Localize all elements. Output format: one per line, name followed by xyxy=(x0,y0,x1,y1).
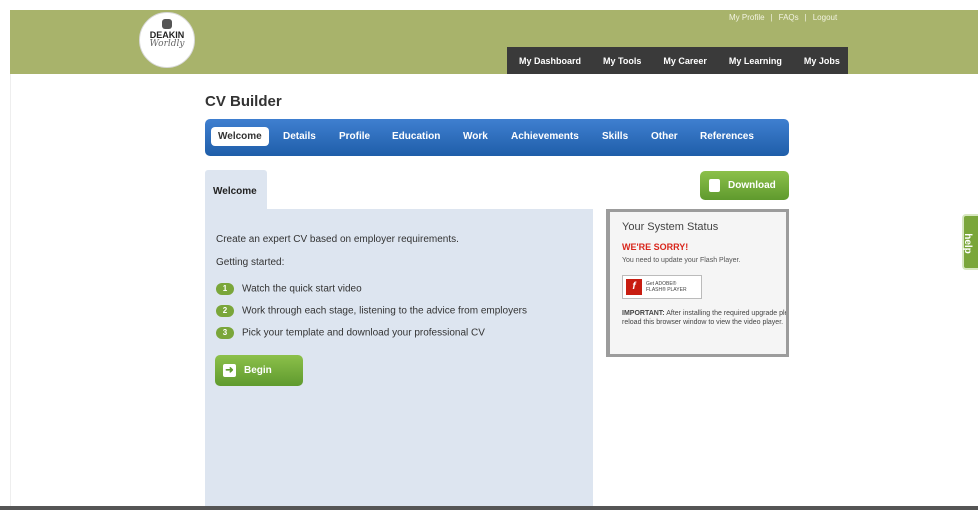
flash-badge-text: Get ADOBE® FLASH® PLAYER xyxy=(646,281,687,293)
step-item: 2 Work through each stage, listening to t… xyxy=(216,305,527,317)
link-faqs[interactable]: FAQs xyxy=(779,13,799,22)
step-text: Watch the quick start video xyxy=(242,283,362,295)
step-number: 3 xyxy=(216,327,234,339)
cv-tab-bar: Welcome Details Profile Education Work A… xyxy=(205,119,789,156)
tab-profile[interactable]: Profile xyxy=(339,131,370,142)
step-text: Work through each stage, listening to th… xyxy=(242,305,527,317)
content-tab-welcome[interactable]: Welcome xyxy=(205,170,267,210)
get-flash-player-button[interactable]: f Get ADOBE® FLASH® PLAYER xyxy=(622,275,702,299)
document-icon xyxy=(709,179,720,192)
link-my-profile[interactable]: My Profile xyxy=(729,13,765,22)
important-note: IMPORTANT: After installing the required… xyxy=(622,309,786,327)
tab-skills[interactable]: Skills xyxy=(602,131,628,142)
step-number: 2 xyxy=(216,305,234,317)
system-status-title: Your System Status xyxy=(622,221,719,233)
nav-my-dashboard[interactable]: My Dashboard xyxy=(519,56,581,66)
flash-badge-line2: FLASH® PLAYER xyxy=(646,287,687,293)
tab-references[interactable]: References xyxy=(700,131,754,142)
bottom-bar xyxy=(0,506,978,510)
tab-education[interactable]: Education xyxy=(392,131,440,142)
logo-text-worldly: Worldly xyxy=(149,39,185,49)
page: DEAKIN Worldly My Profile | FAQs | Logout My… xyxy=(0,0,978,510)
update-message: You need to update your Flash Player. xyxy=(622,257,741,264)
tab-details[interactable]: Details xyxy=(283,131,316,142)
nav-my-career[interactable]: My Career xyxy=(663,56,707,66)
tab-achievements[interactable]: Achievements xyxy=(511,131,579,142)
download-label: Download xyxy=(728,180,776,191)
flash-player-icon: f xyxy=(626,279,642,295)
nav-my-jobs[interactable]: My Jobs xyxy=(804,56,840,66)
link-separator: | xyxy=(804,13,807,22)
step-item: 3 Pick your template and download your pr… xyxy=(216,327,485,339)
top-links: My Profile | FAQs | Logout xyxy=(726,13,840,22)
nav-my-tools[interactable]: My Tools xyxy=(603,56,641,66)
page-title: CV Builder xyxy=(205,93,282,110)
step-item: 1 Watch the quick start video xyxy=(216,283,362,295)
link-logout[interactable]: Logout xyxy=(813,13,837,22)
tab-other[interactable]: Other xyxy=(651,131,678,142)
step-text: Pick your template and download your pro… xyxy=(242,327,485,339)
download-button[interactable]: Download xyxy=(700,171,789,200)
step-number: 1 xyxy=(216,283,234,295)
tab-welcome[interactable]: Welcome xyxy=(211,127,269,146)
link-separator: | xyxy=(770,13,773,22)
help-tab[interactable]: help xyxy=(962,214,978,270)
intro-text: Create an expert CV based on employer re… xyxy=(216,234,459,245)
important-label: IMPORTANT: xyxy=(622,310,665,317)
crest-icon xyxy=(162,19,172,29)
tab-work[interactable]: Work xyxy=(463,131,488,142)
main-nav: My Dashboard My Tools My Career My Learn… xyxy=(507,47,848,74)
divider xyxy=(10,74,11,506)
getting-started-label: Getting started: xyxy=(216,257,285,268)
help-label: help xyxy=(961,233,973,254)
begin-button[interactable]: ➜ Begin xyxy=(215,355,303,386)
nav-my-learning[interactable]: My Learning xyxy=(729,56,782,66)
arrow-right-icon: ➜ xyxy=(223,364,236,377)
sorry-heading: WE'RE SORRY! xyxy=(622,242,689,252)
begin-label: Begin xyxy=(244,365,272,376)
system-status-box: Your System Status WE'RE SORRY! You need… xyxy=(606,209,789,357)
deakin-logo[interactable]: DEAKIN Worldly xyxy=(139,12,195,68)
